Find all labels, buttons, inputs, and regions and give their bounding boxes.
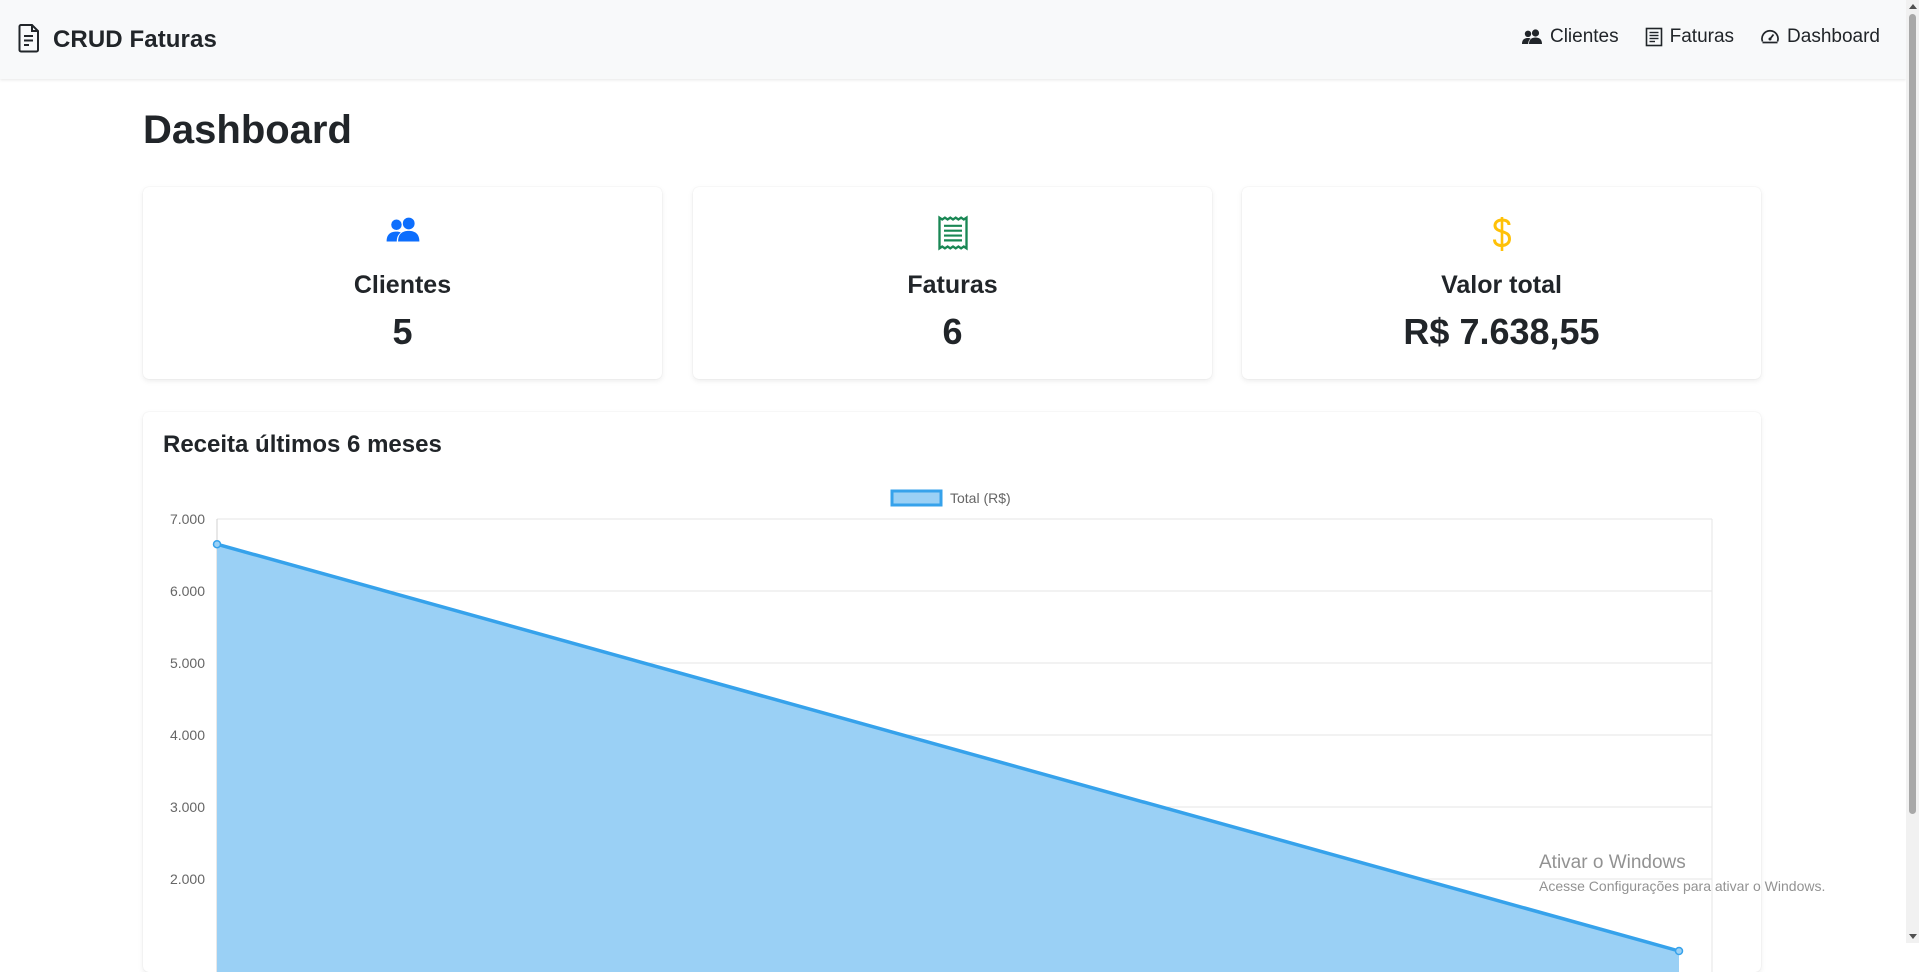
y-tick-label: 4.000 — [170, 727, 205, 743]
nav-item-clientes[interactable]: Clientes — [1521, 26, 1619, 48]
brand-link[interactable]: CRUD Faturas — [17, 22, 217, 58]
speedometer-icon — [1760, 28, 1780, 46]
scrollbar[interactable] — [1906, 0, 1919, 943]
stat-value: 6 — [942, 311, 963, 352]
page-title: Dashboard — [143, 108, 352, 152]
stat-label: Faturas — [907, 271, 998, 299]
scroll-thumb[interactable] — [1909, 14, 1916, 814]
dollar-icon — [1242, 215, 1761, 255]
nav-item-label: Faturas — [1669, 26, 1735, 47]
data-point — [212, 539, 222, 549]
people-icon — [143, 215, 662, 255]
revenue-chart: 7.000 6.000 5.000 4.000 3.000 2.000 Total (R$) — [170, 489, 1713, 972]
navbar: CRUD Faturas Clientes Faturas Dashboard — [0, 0, 1906, 79]
brand-name: CRUD Faturas — [53, 26, 217, 53]
stat-card-valor-total: Valor total R$ 7.638,55 — [1242, 187, 1761, 379]
stat-label: Valor total — [1441, 271, 1562, 299]
receipt-icon — [1645, 27, 1663, 47]
receipt-icon — [693, 215, 1212, 255]
nav-links: Clientes Faturas Dashboard — [1521, 26, 1880, 48]
y-tick-label: 3.000 — [170, 799, 205, 815]
y-tick-label: 2.000 — [170, 871, 205, 887]
nav-item-faturas[interactable]: Faturas — [1645, 26, 1734, 48]
data-point — [1674, 946, 1684, 956]
nav-item-dashboard[interactable]: Dashboard — [1760, 26, 1880, 48]
stat-value: 5 — [392, 311, 413, 352]
y-tick-label: 5.000 — [170, 655, 205, 671]
stat-card-faturas: Faturas 6 — [693, 187, 1212, 379]
nav-item-label: Dashboard — [1787, 26, 1880, 47]
legend-swatch — [890, 489, 943, 507]
people-icon — [1521, 28, 1543, 46]
stat-label: Clientes — [353, 271, 452, 299]
file-text-icon — [17, 23, 41, 58]
stat-card-clientes: Clientes 5 — [143, 187, 662, 379]
series-area — [217, 544, 1679, 972]
y-tick-label: 6.000 — [170, 583, 205, 599]
scroll-up-arrow-icon[interactable] — [1909, 4, 1917, 9]
stat-value: R$ 7.638,55 — [1403, 311, 1600, 352]
y-tick-label: 7.000 — [170, 511, 205, 527]
scroll-down-arrow-icon[interactable] — [1909, 934, 1917, 939]
revenue-chart-card: Receita últimos 6 meses 7.000 6.000 5.000 4… — [143, 412, 1761, 972]
legend-label: Total (R$) — [950, 490, 1011, 506]
nav-item-label: Clientes — [1549, 26, 1619, 47]
